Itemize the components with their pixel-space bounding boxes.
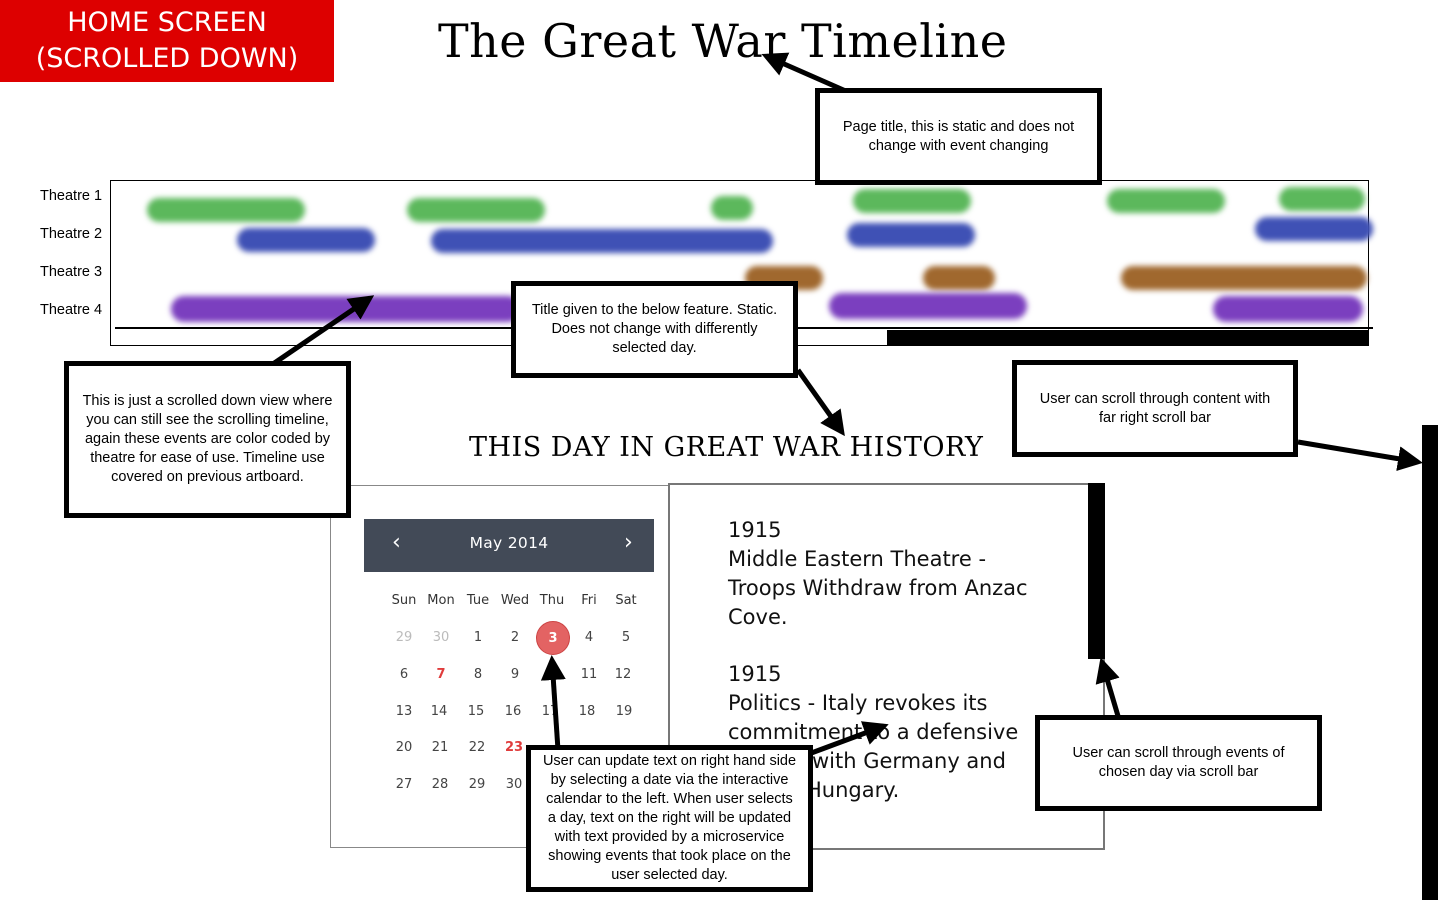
calendar-day[interactable]: 9 (495, 667, 535, 682)
weekday-label: Thu (539, 593, 565, 608)
timeline-event-bar[interactable] (431, 229, 773, 253)
timeline-event-bar[interactable] (711, 196, 753, 220)
annotation-feature-title: Title given to the below feature. Static… (511, 281, 798, 378)
calendar-day[interactable]: 6 (384, 667, 424, 682)
calendar-day[interactable]: 29 (457, 777, 497, 792)
timeline-event-bar[interactable] (1255, 217, 1373, 241)
annotation-calendar: User can update text on right hand side … (526, 745, 813, 892)
theatre-label-1: Theatre 1 (40, 188, 103, 204)
badge-line-1: HOME SCREEN (67, 7, 267, 38)
calendar-day[interactable]: 5 (606, 630, 646, 645)
event-year: 1915 (728, 518, 782, 542)
event-line: Middle Eastern Theatre - (728, 547, 987, 571)
event-line: Troops Withdraw from Anzac (728, 576, 1028, 600)
theatre-label-4: Theatre 4 (40, 302, 103, 318)
timeline-event-bar[interactable] (829, 293, 1027, 319)
weekday-label: Sun (391, 593, 417, 608)
page-title: The Great War Timeline (438, 14, 1008, 68)
weekday-label: Tue (466, 593, 490, 608)
calendar-day[interactable]: 20 (384, 740, 424, 755)
timeline-event-bar[interactable] (1107, 189, 1225, 213)
event-line: Politics - Italy revokes its (728, 691, 988, 715)
annotation-timeline: This is just a scrolled down view where … (64, 361, 351, 518)
timeline-event-bar[interactable] (407, 198, 545, 222)
weekday-label: Fri (581, 593, 597, 608)
timeline-scrollbar[interactable] (887, 330, 1369, 345)
weekday-label: Wed (500, 593, 530, 608)
calendar-day[interactable]: 30 (421, 630, 461, 645)
calendar-header: ‹ May 2014 › (364, 519, 654, 572)
event-line: Hungary. (806, 778, 900, 802)
timeline-event-bar[interactable] (847, 223, 975, 247)
calendar-day[interactable]: 16 (493, 704, 533, 719)
calendar-day[interactable]: 28 (420, 777, 460, 792)
events-scrollbar[interactable] (1088, 483, 1105, 659)
calendar-day[interactable]: 2 (495, 630, 535, 645)
event-year: 1915 (728, 662, 782, 686)
calendar-day[interactable]: 22 (457, 740, 497, 755)
calendar-day[interactable]: 7 (421, 667, 461, 682)
theatre-label-3: Theatre 3 (40, 264, 103, 280)
page-scrollbar[interactable] (1422, 425, 1438, 900)
arrow-to-feature-title (795, 368, 845, 437)
weekday-label: Mon (427, 593, 455, 608)
timeline-event-bar[interactable] (923, 266, 995, 290)
timeline-event-bar[interactable] (147, 198, 305, 222)
calendar-day[interactable]: 19 (604, 704, 644, 719)
calendar-day[interactable]: 1 (458, 630, 498, 645)
calendar-day[interactable]: 27 (384, 777, 424, 792)
timeline-event-bar[interactable] (237, 228, 375, 252)
calendar-day[interactable]: 13 (384, 704, 424, 719)
calendar-month-label: May 2014 (469, 534, 549, 552)
badge-line-2: (SCROLLED DOWN) (35, 43, 299, 74)
calendar-day[interactable]: 18 (567, 704, 607, 719)
annotation-events-scroll: User can scroll through events of chosen… (1035, 715, 1322, 811)
calendar-day[interactable]: 15 (456, 704, 496, 719)
calendar-day[interactable]: 4 (569, 630, 609, 645)
event-line: Cove. (728, 605, 788, 629)
timeline-event-bar[interactable] (853, 189, 971, 213)
calendar-day-selected[interactable]: 3 (536, 621, 570, 655)
calendar-day[interactable]: 21 (420, 740, 460, 755)
annotation-page-scroll: User can scroll through content with far… (1012, 360, 1298, 457)
theatre-label-2: Theatre 2 (40, 226, 103, 242)
calendar-day[interactable]: 29 (384, 630, 424, 645)
weekday-label: Sat (615, 593, 637, 608)
calendar-day[interactable]: 17 (530, 704, 570, 719)
chevron-right-icon[interactable]: › (624, 531, 633, 555)
timeline-event-bar[interactable] (171, 296, 521, 322)
feature-title: THIS DAY IN GREAT WAR HISTORY (469, 432, 984, 463)
timeline-event-bar[interactable] (1213, 296, 1363, 322)
event-line: with Germany and (812, 749, 1006, 773)
annotation-page-title: Page title, this is static and does not … (815, 88, 1102, 185)
timeline-event-bar[interactable] (1121, 266, 1367, 290)
calendar-day[interactable]: 14 (419, 704, 459, 719)
calendar-day[interactable]: 12 (603, 667, 643, 682)
timeline-event-bar[interactable] (1279, 187, 1365, 211)
event-line: commitment to a defensive (728, 720, 1019, 744)
calendar-day[interactable]: 8 (458, 667, 498, 682)
arrow-to-page-scrollbar (1297, 439, 1423, 472)
screen-label-badge: HOME SCREEN (SCROLLED DOWN) (0, 0, 334, 82)
